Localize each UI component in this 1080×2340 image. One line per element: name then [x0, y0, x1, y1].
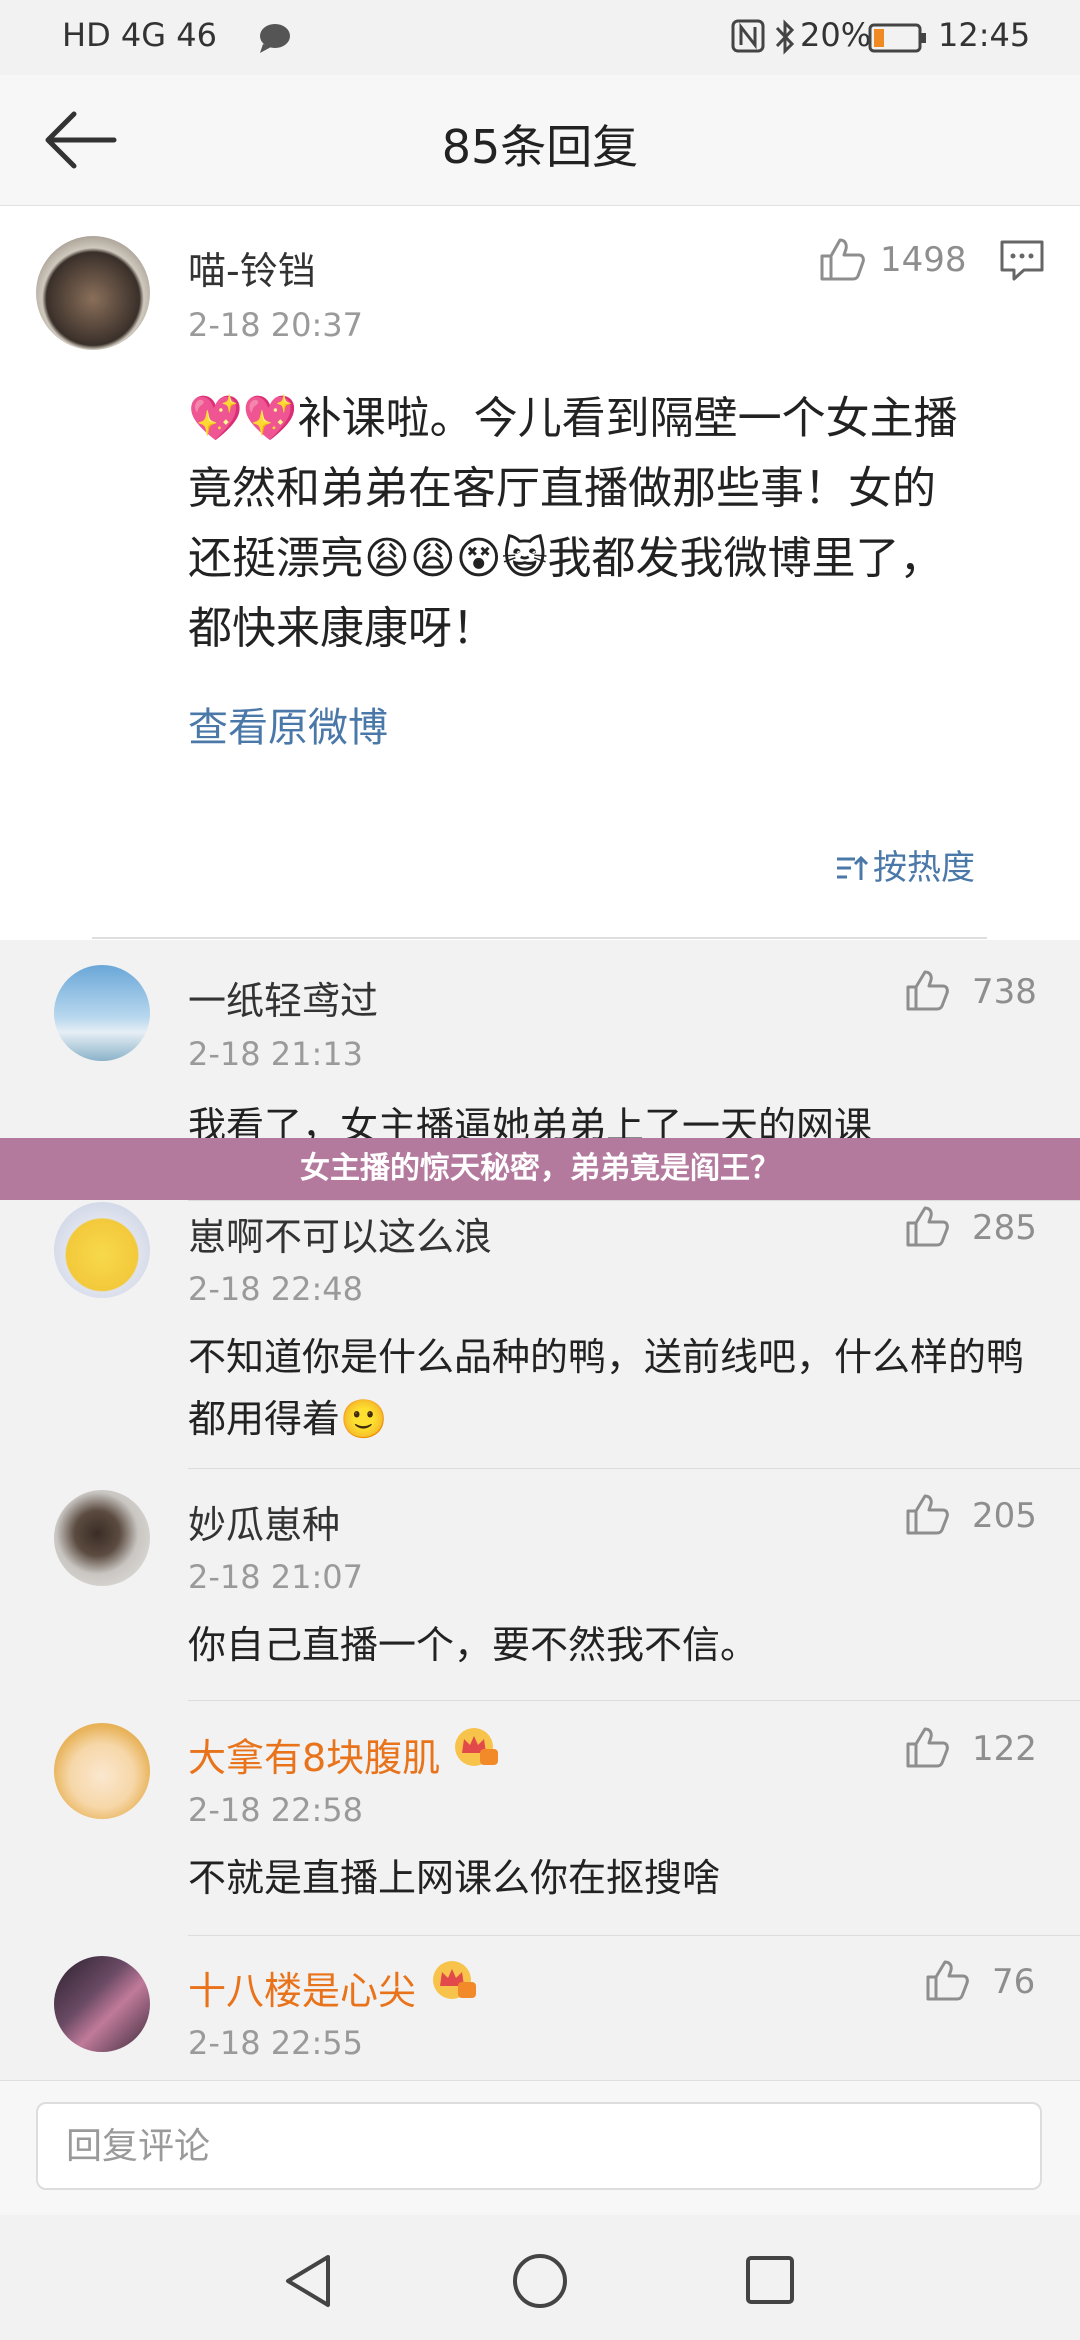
page-title: 85条回复 [441, 120, 639, 174]
comment-body: 💖💖补课啦。今儿看到隔壁一个女主播 竟然和弟弟在客厅直播做那些事！女的 还挺漂亮… [188, 384, 1038, 664]
title-bar: 85条回复 [0, 75, 1080, 206]
avatar[interactable] [54, 1956, 150, 2052]
comment-line: 竟然和弟弟在客厅直播做那些事！女的 [188, 463, 936, 514]
list-item[interactable]: 大拿有8块腹肌 2-18 22:58 122 不就是直播上网课么你在抠搜啥 [0, 1723, 1080, 1903]
clock: 12:45 [938, 16, 1031, 54]
divider [92, 937, 987, 939]
like-count: 76 [992, 1962, 1036, 2002]
reply-author[interactable]: 妙瓜崽种 [188, 1494, 340, 1549]
like-count: 1498 [880, 240, 967, 280]
reply-list: 一纸轻鸢过 2-18 21:13 738 我看了，女主播逼她弟弟上了一天的网课 … [0, 940, 1080, 2080]
nav-home-icon[interactable] [511, 2252, 569, 2310]
reply-time: 2-18 21:13 [188, 1035, 364, 1073]
reply-time: 2-18 22:58 [188, 1791, 364, 1829]
reply-text: 你自己直播一个，要不然我不信。 [188, 1623, 759, 1667]
thumbs-up-icon[interactable] [904, 968, 950, 1012]
list-item[interactable]: 妙瓜崽种 2-18 21:07 205 你自己直播一个，要不然我不信。 [0, 1490, 1080, 1670]
divider [188, 1200, 1080, 1201]
comment-line: 还挺漂亮😩😩😵😺我都发我微博里了， [188, 533, 944, 584]
reply-author[interactable]: 十八楼是心尖 [188, 1960, 416, 2015]
message-bubble-icon [260, 24, 290, 53]
reply-text: 不就是直播上网课么你在抠搜啥 [188, 1856, 721, 1900]
reply-author[interactable]: 大拿有8块腹肌 [188, 1727, 440, 1782]
sort-by-hot-button[interactable]: 按热度 [835, 840, 975, 889]
thumbs-up-icon[interactable] [904, 1492, 950, 1536]
like-count: 285 [972, 1208, 1037, 1248]
battery-icon [868, 23, 926, 53]
comment-line: 都快来康康呀！ [188, 603, 496, 654]
bluetooth-icon [775, 19, 795, 55]
reply-input[interactable]: 回复评论 [36, 2102, 1042, 2190]
avatar[interactable] [54, 1202, 150, 1298]
sort-icon [837, 855, 869, 880]
thumbs-up-icon[interactable] [818, 236, 866, 282]
reply-time: 2-18 22:55 [188, 2024, 364, 2062]
divider [188, 1468, 1080, 1469]
divider [188, 1700, 1080, 1701]
avatar[interactable] [54, 1723, 150, 1819]
like-count: 738 [972, 972, 1037, 1012]
reply-text: 不知道你是什么品种的鸭，送前线吧，什么样的鸭都用得着🙂 [188, 1335, 1025, 1441]
headline-banner: 女主播的惊天秘密，弟弟竟是阎王？ [0, 1138, 1080, 1200]
like-count: 122 [972, 1729, 1037, 1769]
comment-line: 💖💖补课啦。今儿看到隔壁一个女主播 [188, 393, 958, 444]
reply-comment-icon[interactable] [998, 238, 1046, 284]
like-count: 205 [972, 1496, 1037, 1536]
reply-author[interactable]: 崽啊不可以这么浪 [188, 1206, 492, 1261]
sort-label: 按热度 [873, 848, 975, 888]
nav-recents-icon[interactable] [744, 2254, 796, 2306]
thumbs-up-icon[interactable] [904, 1204, 950, 1248]
nfc-icon [731, 19, 765, 53]
list-item[interactable]: 十八楼是心尖 2-18 22:55 76 [0, 1956, 1080, 2080]
view-original-weibo-link[interactable]: 查看原微博 [188, 695, 388, 753]
system-nav-bar [0, 2215, 1080, 2340]
comment-author[interactable]: 喵-铃铛 [188, 240, 316, 295]
thumbs-up-icon[interactable] [924, 1958, 970, 2002]
thumbs-up-icon[interactable] [904, 1725, 950, 1769]
list-item[interactable]: 崽啊不可以这么浪 2-18 22:48 285 不知道你是什么品种的鸭，送前线吧… [0, 1202, 1080, 1441]
vip-crown-icon [433, 1961, 476, 1999]
battery-percent: 20% [800, 16, 872, 54]
divider [188, 1935, 1080, 1936]
avatar[interactable] [36, 236, 150, 350]
nav-back-icon[interactable] [282, 2253, 334, 2309]
reply-time: 2-18 21:07 [188, 1558, 364, 1596]
reply-time: 2-18 22:48 [188, 1270, 364, 1308]
avatar[interactable] [54, 965, 150, 1061]
signal-indicators: HD 4G 46 [62, 16, 217, 54]
reply-author[interactable]: 一纸轻鸢过 [188, 970, 378, 1025]
avatar[interactable] [54, 1490, 150, 1586]
comment-time: 2-18 20:37 [188, 306, 364, 344]
status-bar: HD 4G 46 20% 12:45 [0, 0, 1080, 75]
vip-crown-icon [455, 1728, 498, 1766]
